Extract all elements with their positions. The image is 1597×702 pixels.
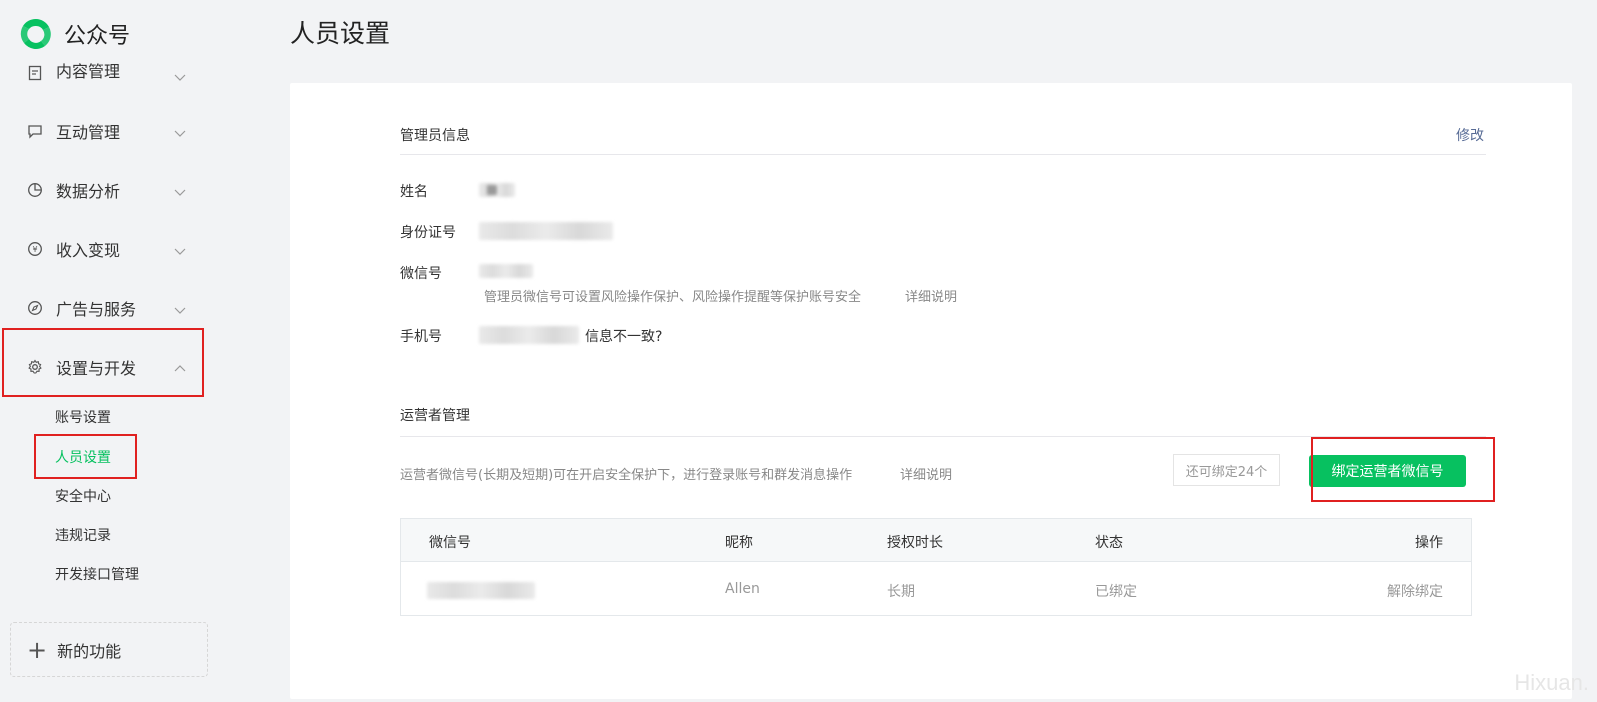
id-number-value-redacted xyxy=(479,222,613,240)
operator-hint: 运营者微信号(长期及短期)可在开启安全保护下，进行登录账号和群发消息操作 xyxy=(400,468,853,483)
name-value-redacted xyxy=(479,183,515,197)
sidebar-item-interaction[interactable]: 互动管理 xyxy=(0,111,206,151)
wechat-id-label: 微信号 xyxy=(400,266,442,282)
sidebar-item-settings[interactable]: 设置与开发 xyxy=(0,347,206,387)
sub-item-violation-records[interactable]: 违规记录 xyxy=(55,526,111,546)
operator-nickname: Allen xyxy=(725,581,760,597)
sub-item-staff-settings[interactable]: 人员设置 xyxy=(55,448,111,468)
chevron-down-icon xyxy=(174,242,186,255)
chevron-down-icon xyxy=(174,68,186,81)
wechat-mp-logo-icon xyxy=(20,18,51,49)
name-value-redacted xyxy=(487,185,497,195)
remaining-binds-badge: 还可绑定24个 xyxy=(1173,454,1280,486)
sidebar-item-label: 内容管理 xyxy=(56,62,121,81)
operator-section-title: 运营者管理 xyxy=(400,408,470,424)
sidebar-item-label: 收入变现 xyxy=(56,241,121,260)
logo[interactable]: 公众号 xyxy=(18,16,130,52)
sub-item-dev-api[interactable]: 开发接口管理 xyxy=(55,565,139,585)
operator-table: 微信号 昵称 授权时长 状态 操作 Allen 长期 已绑定 解除绑定 xyxy=(400,518,1472,616)
sidebar-item-monetization[interactable]: ¥ 收入变现 xyxy=(0,229,206,269)
sidebar: 公众号 内容管理 互动管理 数据分析 ¥ 收入变现 广告与服务 设置与开发 账号… xyxy=(0,0,222,702)
sidebar-item-ads[interactable]: 广告与服务 xyxy=(0,288,206,328)
chevron-up-icon xyxy=(174,360,186,372)
gear-icon xyxy=(26,358,44,376)
wechat-id-value-redacted xyxy=(479,264,533,278)
sidebar-item-label: 设置与开发 xyxy=(56,359,137,378)
name-label: 姓名 xyxy=(400,184,428,200)
sub-item-security-center[interactable]: 安全中心 xyxy=(55,487,111,507)
new-feature-label: 新的功能 xyxy=(57,641,122,661)
column-header-duration: 授权时长 xyxy=(887,535,943,551)
yen-icon: ¥ xyxy=(26,240,44,258)
plus-icon: + xyxy=(27,635,48,664)
operator-wechat-id-redacted xyxy=(427,582,535,599)
document-icon xyxy=(26,64,44,82)
id-number-label: 身份证号 xyxy=(400,225,456,241)
sidebar-item-content[interactable]: 内容管理 xyxy=(0,52,206,90)
sub-item-account-settings[interactable]: 账号设置 xyxy=(55,408,111,428)
page-title: 人员设置 xyxy=(290,19,391,48)
svg-text:¥: ¥ xyxy=(32,245,37,254)
sidebar-item-label: 数据分析 xyxy=(56,182,121,201)
sidebar-item-label: 广告与服务 xyxy=(56,300,137,319)
compass-icon xyxy=(26,299,44,317)
sidebar-item-label: 互动管理 xyxy=(56,123,121,142)
operator-details-link[interactable]: 详细说明 xyxy=(900,464,952,483)
admin-edit-link[interactable]: 修改 xyxy=(1456,125,1484,145)
phone-label: 手机号 xyxy=(400,329,442,345)
chevron-down-icon xyxy=(174,183,186,196)
column-header-action: 操作 xyxy=(1415,535,1443,551)
info-mismatch-link[interactable]: 信息不一致? xyxy=(585,326,662,346)
bind-operator-button[interactable]: 绑定运营者微信号 xyxy=(1309,455,1466,487)
divider xyxy=(400,154,1486,155)
logo-text: 公众号 xyxy=(64,24,131,49)
operator-status: 已绑定 xyxy=(1095,584,1137,600)
column-header-nickname: 昵称 xyxy=(725,535,753,551)
watermark: Hixuan. xyxy=(1514,670,1589,695)
wechat-id-hint: 管理员微信号可设置风险操作保护、风险操作提醒等保护账号安全 xyxy=(484,290,862,305)
column-header-wechat-id: 微信号 xyxy=(429,535,471,551)
column-header-status: 状态 xyxy=(1095,535,1123,551)
divider xyxy=(400,436,1486,437)
sidebar-item-analytics[interactable]: 数据分析 xyxy=(0,170,206,210)
operator-duration: 长期 xyxy=(887,584,915,600)
chevron-down-icon xyxy=(174,124,186,137)
phone-value-redacted xyxy=(479,326,579,344)
message-icon xyxy=(26,122,44,140)
unbind-link[interactable]: 解除绑定 xyxy=(1387,581,1443,601)
pie-chart-icon xyxy=(26,181,44,199)
new-feature-button[interactable]: + 新的功能 xyxy=(10,622,208,677)
wechat-id-details-link[interactable]: 详细说明 xyxy=(905,286,957,305)
admin-section-title: 管理员信息 xyxy=(400,128,470,144)
chevron-down-icon xyxy=(174,301,186,314)
